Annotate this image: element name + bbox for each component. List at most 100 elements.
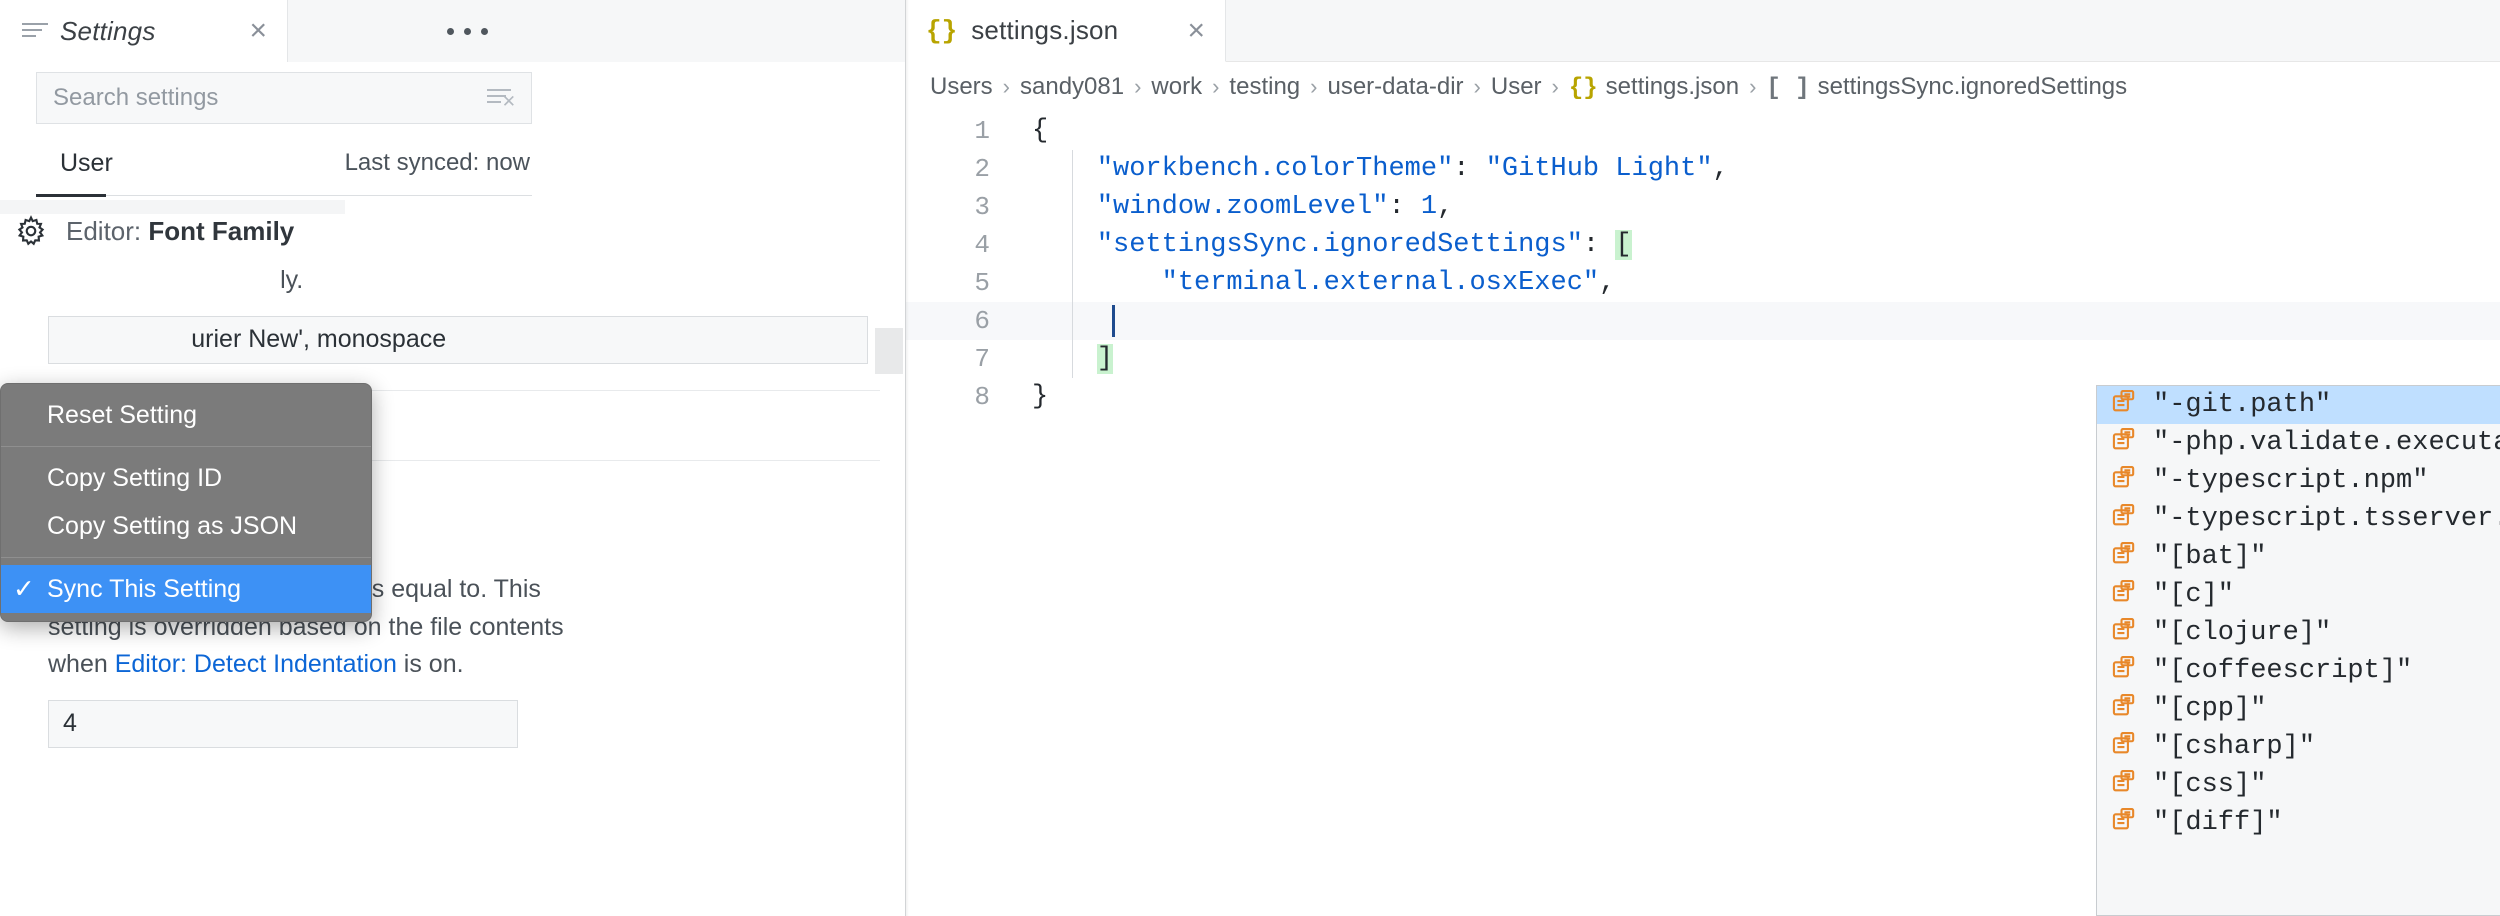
menu-item-sync-this-setting[interactable]: ✓ Sync This Setting [1,565,371,613]
menu-separator [1,446,371,447]
line-number: 7 [906,340,990,378]
property-icon [2111,425,2139,462]
line-number: 5 [906,264,990,302]
clear-filter-icon[interactable]: ✕ [487,86,517,112]
code-line-text: "settingsSync.ignoredSettings": [ [1032,226,1632,264]
suggestion-item-label: "-typescript.npm" [2153,466,2428,496]
code-line[interactable]: 4 "settingsSync.ignoredSettings": [ [906,226,2500,264]
code-line-text: "window.zoomLevel": 1, [1032,188,1453,226]
breadcrumb-separator-icon: › [1003,74,1010,100]
indent-guide [1072,302,1073,340]
menu-item-reset-setting[interactable]: Reset Setting [1,391,371,439]
suggestion-item[interactable]: "-typescript.tsserver.pluginPaths" [2097,500,2500,538]
suggestion-item[interactable]: "-typescript.npm" [2097,462,2500,500]
font-family-value: urier New', monospace [191,325,446,354]
more-actions-icon[interactable] [447,28,488,35]
tab-user-settings[interactable]: User [36,132,137,194]
suggestion-item-label: "[csharp]" [2153,732,2315,762]
code-line[interactable]: 1{ [906,112,2500,150]
tab-settings[interactable]: Settings × [0,0,288,62]
setting-row-editor-font-family[interactable]: Editor: Font Family controls the font fa… [0,214,880,364]
suggestion-item-label: "[c]" [2153,580,2234,610]
suggestion-item-label: "[diff]" [2153,808,2283,838]
settings-tab-actions [288,0,906,62]
tab-size-value: 4 [63,709,77,738]
breadcrumb-item[interactable]: user-data-dir [1327,73,1463,101]
json-tabbar: {} settings.json × [906,0,2500,62]
link-editor-detect-indentation-a[interactable]: Editor: Detect [115,650,266,678]
json-braces-icon: {} [1569,75,1598,102]
suggestion-item[interactable]: "[csharp]" [2097,728,2500,766]
settings-scrollbar[interactable] [875,200,905,916]
settings-tabbar: Settings × [0,0,906,62]
setting-description-tail: ly. [280,266,303,294]
property-icon [2111,501,2139,538]
property-icon [2111,767,2139,804]
code-line[interactable]: 6 [906,302,2500,340]
previous-row-sliver [0,200,345,214]
setting-description: controls the font family. [0,262,620,300]
line-number: 8 [906,378,990,416]
code-line[interactable]: 3 "window.zoomLevel": 1, [906,188,2500,226]
breadcrumb: Users›sandy081›work›testing›user-data-di… [906,62,2500,112]
tab-settings-label: Settings [60,16,156,47]
menu-separator [1,557,371,558]
breadcrumb-separator-icon: › [1552,74,1559,100]
suggestion-item[interactable]: "[cpp]" [2097,690,2500,728]
breadcrumb-item-label: settingsSync.ignoredSettings [1818,73,2128,100]
search-placeholder: Search settings [53,84,218,112]
suggestion-item[interactable]: "[css]" [2097,766,2500,804]
suggestion-item[interactable]: "[c]" [2097,576,2500,614]
tab-settings-close-icon[interactable]: × [249,16,267,46]
property-icon [2111,691,2139,728]
breadcrumb-item[interactable]: {}settings.json [1569,73,1739,102]
font-family-input[interactable]: 'Menlo', 'Courier New', monospace [48,316,868,364]
property-icon [2111,577,2139,614]
menu-item-copy-setting-id[interactable]: Copy Setting ID [1,454,371,502]
breadcrumb-item[interactable]: Users [930,73,993,101]
suggestion-widget[interactable]: "-git.path""-php.validate.executablePath… [2096,385,2500,916]
suggestion-item-label: "[coffeescript]" [2153,656,2412,686]
property-icon [2111,539,2139,576]
suggestion-item[interactable]: "[clojure]" [2097,614,2500,652]
line-number: 1 [906,112,990,150]
tab-settings-json[interactable]: {} settings.json × [906,0,1226,62]
breadcrumb-item[interactable]: User [1491,73,1542,101]
breadcrumb-item[interactable]: [ ] settingsSync.ignoredSettings [1766,73,2127,102]
tab-size-input[interactable]: 4 [48,700,518,748]
breadcrumb-item-label: User [1491,73,1542,100]
property-icon [2111,805,2139,842]
property-icon [2111,463,2139,500]
menu-item-copy-setting-as-json[interactable]: Copy Setting as JSON [1,502,371,550]
setting-context-menu[interactable]: Reset Setting Copy Setting ID Copy Setti… [0,383,372,622]
breadcrumb-item[interactable]: work [1151,73,1202,101]
breadcrumb-item[interactable]: sandy081 [1020,73,1124,101]
desc-line-c: is on. [397,650,464,678]
link-editor-detect-indentation-b[interactable]: Indentation [273,650,397,678]
group-edge-shadow [905,0,909,916]
suggestion-item-label: "[clojure]" [2153,618,2331,648]
code-line[interactable]: 2 "workbench.colorTheme": "GitHub Light"… [906,150,2500,188]
code-token [1032,154,1097,184]
code-line[interactable]: 7 ] [906,340,2500,378]
breadcrumb-item-label: user-data-dir [1327,73,1463,100]
suggestion-item[interactable]: "[bat]" [2097,538,2500,576]
suggestion-item-label: "-typescript.tsserver.pluginPaths" [2153,504,2500,534]
settings-scrollbar-thumb[interactable] [875,328,903,374]
suggestion-item[interactable]: "-php.validate.executablePath" [2097,424,2500,462]
suggestion-item[interactable]: "-git.path" [2097,386,2500,424]
tab-settings-json-close-icon[interactable]: × [1187,16,1205,46]
json-editor-group: {} settings.json × Users›sandy081›work›t… [906,0,2500,916]
menu-item-label: Sync This Setting [47,575,241,604]
suggestion-item-label: "[cpp]" [2153,694,2266,724]
code-line[interactable]: 5 "terminal.external.osxExec", [906,264,2500,302]
settings-search-row: Search settings ✕ [0,62,906,136]
breadcrumb-item[interactable]: testing [1229,73,1300,101]
menu-item-label: Reset Setting [47,401,197,430]
json-array-icon: [ ] [1766,75,1809,102]
suggestion-item[interactable]: "[coffeescript]" [2097,652,2500,690]
suggestion-item[interactable]: "[diff]" [2097,804,2500,842]
scope-active-underline [36,194,106,197]
setting-title-name: Font Family [148,216,294,246]
search-input[interactable]: Search settings ✕ [36,72,532,124]
